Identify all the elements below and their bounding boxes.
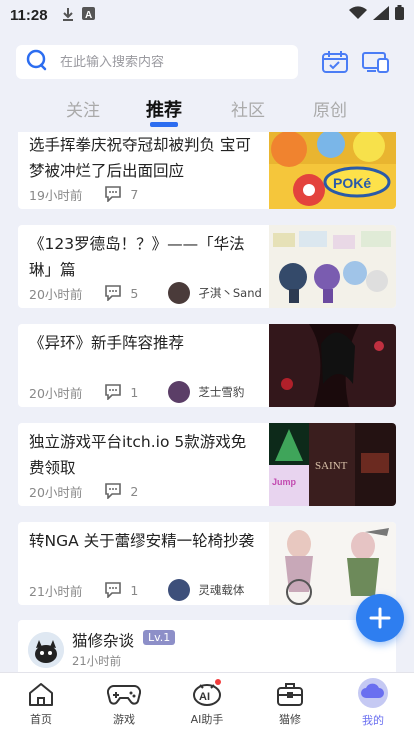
card-title: 《异环》新手阵容推荐 — [29, 334, 185, 352]
nav-home[interactable]: 首页 — [9, 681, 73, 727]
card-meta: 20小时前 2 — [29, 481, 138, 501]
comment-count: 7 — [104, 186, 138, 202]
card-author[interactable]: 灵魂载体 — [168, 579, 244, 601]
comment-icon — [105, 483, 122, 499]
card-author[interactable]: 芝士雪豹 — [168, 381, 244, 403]
battery-icon — [395, 5, 404, 25]
comment-icon — [105, 186, 122, 202]
comment-count: 1 — [104, 582, 138, 598]
download-icon — [62, 7, 74, 24]
tab-following[interactable]: 关注 — [53, 96, 113, 121]
author-name: 灵魂载体 — [198, 583, 245, 597]
comment-count: 5 — [104, 285, 138, 301]
svg-text:AI: AI — [199, 691, 210, 703]
comment-count: 1 — [104, 384, 138, 400]
card-time: 20小时前 — [29, 286, 83, 302]
card-time: 19小时前 — [29, 187, 83, 203]
home-icon — [29, 683, 53, 706]
card-title: 选手挥拳庆祝夺冠却被判负 宝可梦被冲烂了后出面回应 — [29, 136, 251, 180]
card-time: 21小时前 — [29, 583, 83, 599]
signal-icon — [373, 5, 389, 25]
forum-name: 猫修杂谈 — [72, 632, 135, 650]
card-time: 20小时前 — [29, 385, 83, 401]
forum-avatar — [28, 632, 64, 668]
nav-games[interactable]: 游戏 — [92, 681, 156, 727]
card-author[interactable]: 孑淇丶Sand — [168, 282, 262, 304]
card-thumbnail: Jump SAINT — [269, 423, 396, 506]
card-time: 20小时前 — [29, 484, 83, 500]
tab-original[interactable]: 原创 — [300, 96, 360, 121]
card-title: 转NGA 关于蕾缪安精一轮椅抄袭 — [29, 532, 255, 550]
card-title: 《123罗德岛！？》——「华法琳」篇 — [29, 235, 245, 279]
svg-text:Jump: Jump — [272, 477, 297, 487]
feed-card[interactable]: 选手挥拳庆祝夺冠却被判负 宝可梦被冲烂了后出面回应 19小时前 7 POKé — [18, 132, 396, 209]
card-meta: 20小时前 1 芝士雪豹 — [29, 381, 244, 403]
tab-community[interactable]: 社区 — [218, 96, 278, 121]
feed-card[interactable]: 独立游戏平台itch.io 5款游戏免费领取 20小时前 2 Jump SAIN… — [18, 423, 396, 506]
status-time: 11:28 — [10, 6, 48, 24]
calendar-icon[interactable] — [321, 50, 349, 74]
level-badge: Lv.1 — [143, 630, 176, 645]
feed-list: 选手挥拳庆祝夺冠却被判负 宝可梦被冲烂了后出面回应 19小时前 7 POKé 《… — [18, 132, 396, 672]
tab-indicator — [150, 122, 178, 127]
nav-ai-assistant[interactable]: AI AI助手 — [175, 679, 239, 727]
svg-text:POKé: POKé — [333, 175, 371, 191]
gamepad-icon — [107, 684, 141, 705]
nav-toolbox[interactable]: 猫修 — [258, 681, 322, 727]
card-title: 独立游戏平台itch.io 5款游戏免费领取 — [29, 433, 247, 477]
search-box[interactable] — [16, 45, 298, 79]
avatar — [168, 282, 191, 304]
comment-count: 2 — [104, 483, 138, 499]
add-post-button[interactable] — [356, 594, 404, 642]
forum-time: 21小时前 — [72, 654, 122, 668]
notification-dot — [215, 679, 221, 685]
card-meta: 19小时前 7 — [29, 184, 138, 204]
comment-icon — [105, 582, 122, 598]
forum-card[interactable]: 猫修杂谈 Lv.1 21小时前 — [18, 620, 396, 672]
search-row — [16, 44, 400, 80]
nav-profile[interactable]: 我的 — [341, 678, 405, 728]
plus-icon — [369, 607, 391, 629]
feed-card[interactable]: 《123罗德岛！？》——「华法琳」篇 20小时前 5 孑淇丶Sand — [18, 225, 396, 308]
card-thumbnail: POKé — [269, 132, 396, 209]
profile-icon — [358, 678, 388, 708]
card-thumbnail — [269, 324, 396, 407]
card-meta: 20小时前 5 孑淇丶Sand — [29, 282, 262, 304]
author-name: 孑淇丶Sand — [198, 286, 262, 300]
feed-card[interactable]: 转NGA 关于蕾缪安精一轮椅抄袭 21小时前 1 灵魂载体 — [18, 522, 396, 605]
tab-recommended[interactable]: 推荐 — [134, 96, 194, 122]
a-box-icon: A — [81, 7, 95, 23]
avatar — [168, 381, 191, 403]
search-icon — [26, 49, 48, 75]
comment-icon — [105, 285, 122, 301]
toolbox-icon — [277, 683, 303, 706]
card-meta: 21小时前 1 灵魂载体 — [29, 579, 244, 601]
status-bar: 11:28 A — [0, 0, 414, 30]
feed-card[interactable]: 《异环》新手阵容推荐 20小时前 1 芝士雪豹 — [18, 324, 396, 407]
bottom-nav: 首页 游戏 AI AI助手 猫修 我的 — [0, 672, 414, 736]
comment-icon — [105, 384, 122, 400]
card-thumbnail — [269, 225, 396, 308]
svg-text:SAINT: SAINT — [315, 460, 348, 472]
wifi-icon — [349, 5, 367, 25]
search-input[interactable] — [60, 54, 260, 70]
avatar — [168, 579, 191, 601]
svg-text:A: A — [85, 10, 92, 20]
tab-bar: 关注 推荐 社区 原创 — [0, 96, 414, 128]
devices-icon[interactable] — [362, 50, 390, 74]
author-name: 芝士雪豹 — [198, 385, 245, 399]
card-thumbnail — [269, 522, 396, 605]
